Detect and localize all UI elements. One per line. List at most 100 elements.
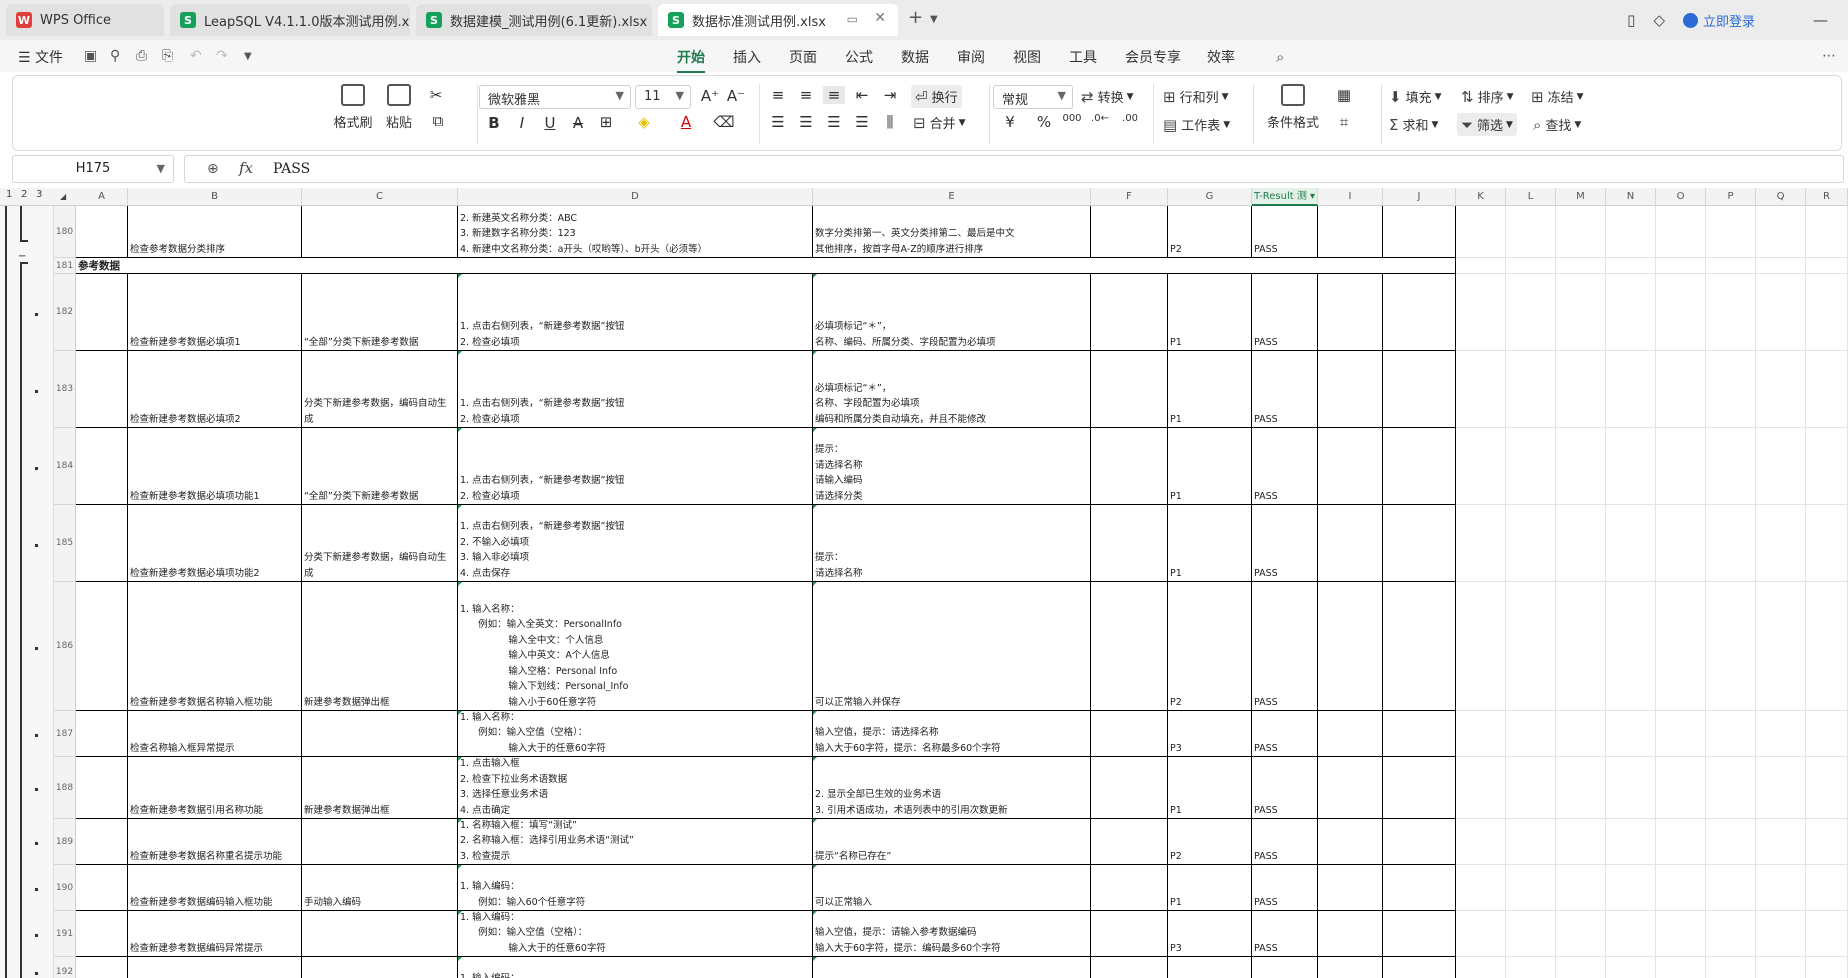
cell-f-184[interactable]: [1091, 428, 1168, 505]
empty-cell[interactable]: [1706, 819, 1756, 865]
cell-c-189[interactable]: [302, 819, 458, 865]
empty-cell[interactable]: [1806, 206, 1848, 258]
cell-f-182[interactable]: [1091, 274, 1168, 351]
row-col-button[interactable]: ⊞ 行和列 ▼: [1163, 87, 1229, 107]
empty-cell[interactable]: [1556, 258, 1606, 274]
cell-e-183[interactable]: 必填项标记“＊”， 名称、字段配置为必填项 编码和所属分类自动填充，并且不能修改: [813, 351, 1091, 428]
cell-i-185[interactable]: [1318, 505, 1383, 582]
cell-f-183[interactable]: [1091, 351, 1168, 428]
empty-cell[interactable]: [1706, 582, 1756, 711]
cell-i-190[interactable]: [1318, 865, 1383, 911]
thousands-icon[interactable]: 000: [1061, 113, 1083, 124]
window-icon[interactable]: ▭: [847, 12, 858, 26]
empty-cell[interactable]: [1756, 757, 1806, 819]
empty-cell[interactable]: [1756, 428, 1806, 505]
filter-button[interactable]: ⏷ 筛选 ▼: [1457, 113, 1517, 136]
column-header-d[interactable]: D: [458, 188, 813, 206]
empty-cell[interactable]: [1506, 711, 1556, 757]
row-header[interactable]: 187: [54, 711, 76, 757]
cell-j-184[interactable]: [1383, 428, 1456, 505]
cell-h-191[interactable]: PASS: [1252, 911, 1318, 957]
menu-insert[interactable]: 插入: [733, 47, 761, 67]
cell-c-187[interactable]: [302, 711, 458, 757]
empty-cell[interactable]: [1556, 819, 1606, 865]
empty-cell[interactable]: [1806, 911, 1848, 957]
shape-icon[interactable]: ⌗: [1333, 113, 1355, 131]
cell-a-186[interactable]: [76, 582, 128, 711]
empty-cell[interactable]: [1556, 206, 1606, 258]
sidebar-toggle-icon[interactable]: ▯: [1627, 11, 1635, 29]
empty-cell[interactable]: [1756, 957, 1806, 978]
empty-cell[interactable]: [1456, 582, 1506, 711]
empty-cell[interactable]: [1506, 505, 1556, 582]
empty-cell[interactable]: [1806, 258, 1848, 274]
empty-cell[interactable]: [1656, 206, 1706, 258]
empty-cell[interactable]: [1506, 258, 1556, 274]
cell-h-186[interactable]: PASS: [1252, 582, 1318, 711]
column-header-r[interactable]: R: [1806, 188, 1848, 206]
cell-f-192[interactable]: [1091, 957, 1168, 978]
column-header-g[interactable]: G: [1168, 188, 1252, 206]
cell-a-188[interactable]: [76, 757, 128, 819]
empty-cell[interactable]: [1706, 505, 1756, 582]
menu-home[interactable]: 开始: [677, 47, 705, 73]
cell-h-180[interactable]: PASS: [1252, 206, 1318, 258]
empty-cell[interactable]: [1606, 274, 1656, 351]
cell-e-182[interactable]: 必填项标记“＊”， 名称、编码、所属分类、字段配置为必填项: [813, 274, 1091, 351]
cell-f-186[interactable]: [1091, 582, 1168, 711]
empty-cell[interactable]: [1656, 582, 1706, 711]
cell-a-183[interactable]: [76, 351, 128, 428]
empty-cell[interactable]: [1806, 505, 1848, 582]
empty-cell[interactable]: [1806, 351, 1848, 428]
cell-j-192[interactable]: [1383, 957, 1456, 978]
align-center-icon[interactable]: ☰: [795, 113, 817, 131]
cell-a-189[interactable]: [76, 819, 128, 865]
empty-cell[interactable]: [1656, 957, 1706, 978]
cell-style-icon[interactable]: ▦: [1333, 86, 1355, 104]
cell-b-189[interactable]: 检查新建参考数据名称重名提示功能: [128, 819, 302, 865]
cell-i-192[interactable]: [1318, 957, 1383, 978]
cut-icon[interactable]: ✂: [425, 86, 447, 104]
cell-i-189[interactable]: [1318, 819, 1383, 865]
row-header[interactable]: 182: [54, 274, 76, 351]
empty-cell[interactable]: [1606, 957, 1656, 978]
cell-h-183[interactable]: PASS: [1252, 351, 1318, 428]
empty-cell[interactable]: [1656, 865, 1706, 911]
cell-d-191[interactable]: 1. 输入编码： 例如：输入空值（空格）： 输入大于的任意60字符: [458, 911, 813, 957]
column-header-o[interactable]: O: [1656, 188, 1706, 206]
more-icon[interactable]: ⋯: [1822, 48, 1836, 64]
share-icon[interactable]: ⚲: [110, 48, 120, 64]
cell-h-192[interactable]: [1252, 957, 1318, 978]
cell-c-185[interactable]: 分类下新建参考数据，编码自动生 成: [302, 505, 458, 582]
empty-cell[interactable]: [1556, 582, 1606, 711]
cell-g-182[interactable]: P1: [1168, 274, 1252, 351]
print-preview-icon[interactable]: ⎘: [162, 48, 173, 64]
empty-cell[interactable]: [1456, 428, 1506, 505]
cell-g-192[interactable]: [1168, 957, 1252, 978]
formula-input[interactable]: ⊕ fx PASS: [184, 155, 1844, 183]
cell-j-182[interactable]: [1383, 274, 1456, 351]
column-header-l[interactable]: L: [1506, 188, 1556, 206]
cell-c-180[interactable]: [302, 206, 458, 258]
column-header-q[interactable]: Q: [1756, 188, 1806, 206]
empty-cell[interactable]: [1756, 911, 1806, 957]
empty-cell[interactable]: [1456, 351, 1506, 428]
undo-icon[interactable]: ↶: [190, 48, 202, 64]
menu-data[interactable]: 数据: [901, 47, 929, 67]
close-icon[interactable]: ✕: [874, 10, 886, 26]
cell-b-190[interactable]: 检查新建参考数据编码输入框功能: [128, 865, 302, 911]
cell-g-189[interactable]: P2: [1168, 819, 1252, 865]
cell-i-188[interactable]: [1318, 757, 1383, 819]
empty-cell[interactable]: [1456, 505, 1506, 582]
empty-cell[interactable]: [1706, 865, 1756, 911]
cell-i-182[interactable]: [1318, 274, 1383, 351]
empty-cell[interactable]: [1656, 258, 1706, 274]
fx-icon[interactable]: fx: [239, 159, 253, 177]
cell-j-189[interactable]: [1383, 819, 1456, 865]
cell-e-188[interactable]: 2. 显示全部已生效的业务术语 3. 引用术语成功，术语列表中的引用次数更新: [813, 757, 1091, 819]
cell-j-180[interactable]: [1383, 206, 1456, 258]
search-icon[interactable]: ⌕: [1276, 48, 1284, 66]
cell-a-191[interactable]: [76, 911, 128, 957]
empty-cell[interactable]: [1606, 819, 1656, 865]
cell-e-190[interactable]: 可以正常输入: [813, 865, 1091, 911]
